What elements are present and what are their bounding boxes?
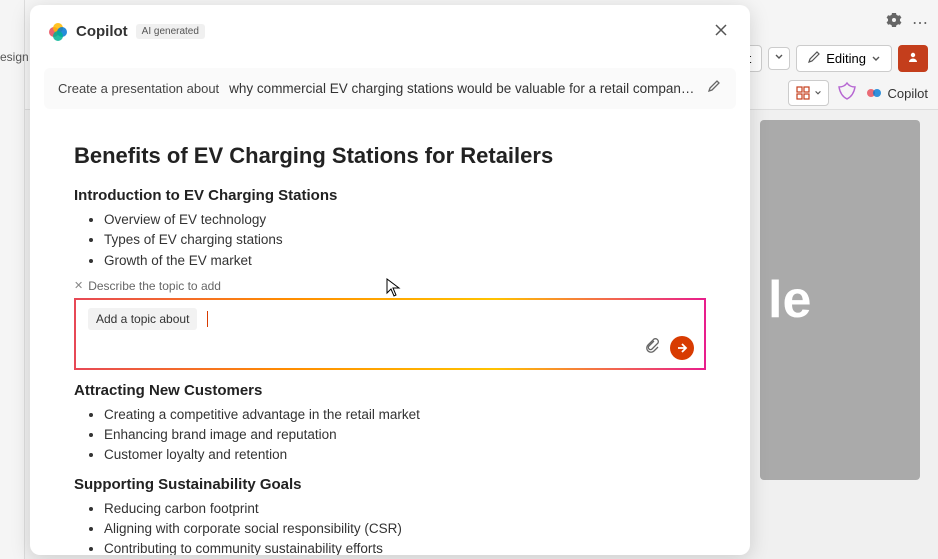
outline-card: Benefits of EV Charging Stations for Ret… [44,119,736,555]
present-dropdown[interactable] [768,47,790,70]
copilot-panel: Copilot AI generated Create a presentati… [30,5,750,555]
section-heading: Attracting New Customers [74,382,706,399]
share-button[interactable] [898,45,928,72]
designer-icon[interactable] [837,81,857,106]
prompt-bar[interactable]: Create a presentation about why commerci… [44,68,736,109]
topic-pill: Add a topic about [88,308,197,330]
list-item: Enhancing brand image and reputation [104,425,706,445]
dismiss-hint-icon[interactable]: ✕ [74,279,83,292]
prompt-prefix: Create a presentation about [58,81,219,96]
add-topic-hint: Describe the topic to add [88,279,221,293]
design-tab-fragment[interactable]: esign [0,50,29,64]
list-item: Reducing carbon footprint [104,499,706,519]
settings-icon[interactable] [886,12,902,33]
list-item: Customer loyalty and retention [104,445,706,465]
bullet-list: Overview of EV technology Types of EV ch… [74,210,706,271]
panel-header: Copilot AI generated [30,5,750,54]
list-item: Aligning with corporate social responsib… [104,519,706,539]
section-heading: Introduction to EV Charging Stations [74,187,706,204]
add-topic-hint-row: ✕ Describe the topic to add [74,279,706,293]
editing-button[interactable]: Editing [796,45,892,72]
topic-input-container[interactable]: Add a topic about [74,298,706,370]
submit-topic-button[interactable] [670,336,694,360]
attach-icon[interactable] [644,337,660,358]
grid-view-button[interactable] [788,80,829,106]
editing-label: Editing [826,51,866,66]
slide-preview[interactable]: le [760,120,920,480]
outline-content: Benefits of EV Charging Stations for Ret… [30,119,750,555]
close-icon[interactable] [710,17,732,46]
list-item: Growth of the EV market [104,251,706,271]
edit-prompt-icon[interactable] [706,78,722,99]
secondary-toolbar: Copilot [788,80,928,106]
bullet-list: Creating a competitive advantage in the … [74,405,706,466]
copilot-ribbon-button[interactable]: Copilot [865,84,928,102]
list-item: Types of EV charging stations [104,230,706,250]
outline-title: Benefits of EV Charging Stations for Ret… [74,143,706,169]
list-item: Contributing to community sustainability… [104,539,706,555]
left-panel-strip: esign [0,0,25,559]
section-heading: Supporting Sustainability Goals [74,476,706,493]
copilot-logo-icon [48,22,68,42]
list-item: Creating a competitive advantage in the … [104,405,706,425]
text-cursor [207,311,208,327]
prompt-text: why commercial EV charging stations woul… [229,81,696,96]
bullet-list: Reducing carbon footprint Aligning with … [74,499,706,556]
window-controls: ⋯ [886,12,928,33]
slide-title-fragment: le [768,270,811,330]
list-item: Overview of EV technology [104,210,706,230]
pencil-icon [807,50,821,67]
panel-title: Copilot [76,23,128,40]
copilot-ribbon-label: Copilot [888,86,928,101]
ai-generated-badge: AI generated [136,24,205,39]
more-icon[interactable]: ⋯ [912,13,928,33]
